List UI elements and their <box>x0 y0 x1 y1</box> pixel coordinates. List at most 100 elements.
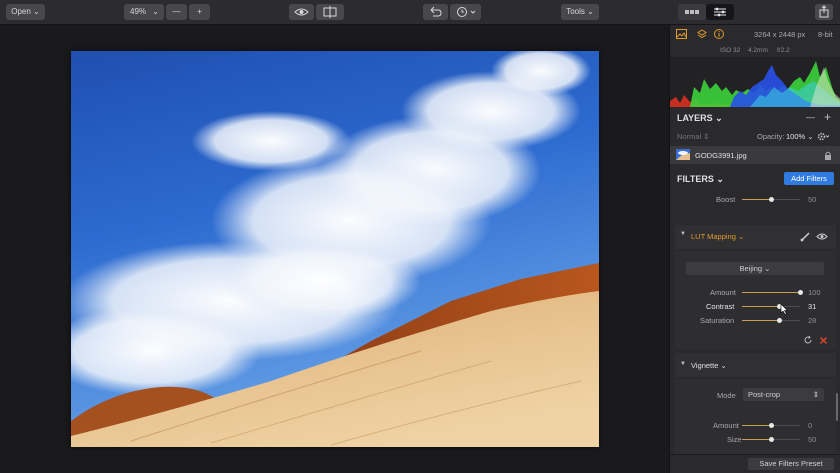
eye-icon[interactable] <box>816 232 828 241</box>
boost-value: 50 <box>808 195 817 204</box>
zoom-out-button[interactable]: — <box>166 4 187 20</box>
filters-title[interactable]: FILTERS ⌄ <box>677 174 724 185</box>
preview-eye-button[interactable] <box>289 4 314 20</box>
open-button[interactable]: Open ⌄ <box>6 4 45 20</box>
close-icon[interactable] <box>819 336 828 345</box>
save-filters-preset-button[interactable]: Save Filters Preset <box>748 458 834 470</box>
vignette-header[interactable]: ▼ Vignette ⌄ <box>675 353 836 377</box>
filters-header: FILTERS ⌄ Add Filters <box>670 170 840 188</box>
info-icon[interactable] <box>714 29 724 39</box>
lut-contrast-slider[interactable] <box>742 304 800 309</box>
brush-icon[interactable] <box>800 231 811 242</box>
lut-mapping-body: Beijing ⌄ Amount 100 Contrast 31 Saturat… <box>675 251 836 349</box>
collapse-triangle-icon[interactable]: ▼ <box>680 361 686 367</box>
landscape-photo <box>71 51 599 447</box>
layer-thumbnail <box>676 149 690 160</box>
bit-depth: 8-bit <box>818 30 833 39</box>
vignette-size-slider-fill <box>742 439 771 440</box>
updown-chevron-icon: ⇕ <box>812 390 819 399</box>
iso-value: ISO 32 <box>720 47 741 54</box>
history-button[interactable] <box>450 4 481 20</box>
panel-scrollbar[interactable] <box>836 393 838 421</box>
focal-length: 4.2mm <box>748 47 768 54</box>
vignette-amount-slider[interactable] <box>742 423 800 428</box>
zoom-in-button[interactable]: + <box>189 4 210 20</box>
lut-amount-label: Amount <box>710 288 736 297</box>
layers-header: LAYERS ⌄ — + <box>670 109 840 127</box>
adjustments-panel: 3264 x 2448 px 8-bit ISO 32 4.2mm f/2.2 … <box>669 25 840 473</box>
vignette-size-slider-knob[interactable] <box>768 437 774 442</box>
eye-icon <box>294 8 309 16</box>
lut-saturation-slider-knob[interactable] <box>776 318 782 323</box>
vignette-mode-dropdown[interactable]: Post-crop ⇕ <box>743 388 824 401</box>
image-dimensions: 3264 x 2448 px <box>754 30 806 39</box>
tools-menu-button[interactable]: Tools ⌄ <box>561 4 599 20</box>
boost-slider-fill <box>742 199 771 200</box>
image-canvas[interactable] <box>0 25 668 473</box>
opacity-value[interactable]: 100% ⌄ <box>786 132 814 141</box>
image-icon[interactable] <box>676 29 687 39</box>
layers-icon[interactable] <box>697 29 707 39</box>
share-button[interactable] <box>815 4 833 20</box>
compare-split-icon <box>323 6 337 18</box>
lut-contrast-value: 31 <box>808 302 817 311</box>
lut-amount-slider[interactable] <box>742 290 803 295</box>
collapse-triangle-icon[interactable]: ▼ <box>680 231 686 237</box>
library-view-button[interactable] <box>678 4 706 20</box>
vignette-size-label: Size <box>727 435 742 444</box>
reset-icon[interactable] <box>803 335 813 345</box>
mouse-cursor-icon <box>780 303 788 315</box>
lut-saturation-slider[interactable] <box>742 318 800 323</box>
lut-saturation-value: 28 <box>808 316 817 325</box>
add-layer-button[interactable]: + <box>824 110 831 124</box>
lut-mapping-header[interactable]: ▼ LUT Mapping ⌄ <box>675 225 836 249</box>
zoom-value: 49% <box>130 7 147 16</box>
share-icon <box>819 5 829 18</box>
layer-options-row: Normal ⇕ Opacity: 100% ⌄ <box>670 129 840 143</box>
undo-icon <box>430 6 442 17</box>
lock-icon[interactable] <box>824 151 832 160</box>
vignette-mode-value: Post-crop <box>748 390 781 399</box>
edit-view-button[interactable] <box>706 4 734 20</box>
histogram-graph <box>670 61 840 107</box>
lut-amount-slider-knob[interactable] <box>797 290 803 295</box>
opacity-label: Opacity: <box>757 132 785 141</box>
lut-saturation-label: Saturation <box>700 316 735 325</box>
exif-row: ISO 32 4.2mm f/2.2 <box>670 45 840 57</box>
lut-amount-value: 100 <box>808 288 821 297</box>
vignette-amount-value: 0 <box>808 421 813 430</box>
blend-mode-select[interactable]: Normal ⇕ <box>677 132 710 141</box>
grid-icon <box>685 10 699 14</box>
image-info-row: 3264 x 2448 px 8-bit <box>670 25 840 43</box>
layers-title[interactable]: LAYERS ⌄ <box>677 113 723 124</box>
zoom-select[interactable]: 49% ⌄ <box>124 4 164 20</box>
aperture: f/2.2 <box>777 47 790 54</box>
vignette-title[interactable]: Vignette ⌄ <box>691 361 727 370</box>
boost-slider[interactable] <box>742 197 800 202</box>
compare-button[interactable] <box>316 4 344 20</box>
top-toolbar: Open ⌄ 49% ⌄ — + Tools ⌄ <box>0 0 840 25</box>
sliders-icon <box>714 7 726 17</box>
vignette-size-slider[interactable] <box>742 437 800 442</box>
chevron-down-icon: ⌄ <box>152 7 159 16</box>
vignette-size-value: 50 <box>808 435 817 444</box>
lut-mapping-title[interactable]: LUT Mapping ⌄ <box>691 232 744 241</box>
lut-amount-slider-fill <box>742 292 800 293</box>
add-filters-button[interactable]: Add Filters <box>784 172 834 185</box>
lut-contrast-label: Contrast <box>706 302 735 311</box>
clock-icon <box>457 7 476 17</box>
lut-contrast-slider-fill <box>742 306 780 307</box>
photo-preview[interactable] <box>71 51 599 447</box>
boost-slider-knob[interactable] <box>768 197 774 202</box>
lut-preset-dropdown[interactable]: Beijing ⌄ <box>686 262 824 275</box>
undo-button[interactable] <box>423 4 448 20</box>
vignette-amount-slider-fill <box>742 425 771 426</box>
histogram <box>670 57 840 107</box>
vignette-amount-slider-knob[interactable] <box>768 423 774 428</box>
gear-icon[interactable] <box>817 132 831 141</box>
layer-item[interactable]: GODG3991.jpg <box>670 146 840 164</box>
vignette-amount-label: Amount <box>713 421 739 430</box>
vignette-mode-label: Mode <box>717 391 736 400</box>
remove-layer-button[interactable]: — <box>806 112 815 122</box>
layer-name: GODG3991.jpg <box>695 151 747 160</box>
